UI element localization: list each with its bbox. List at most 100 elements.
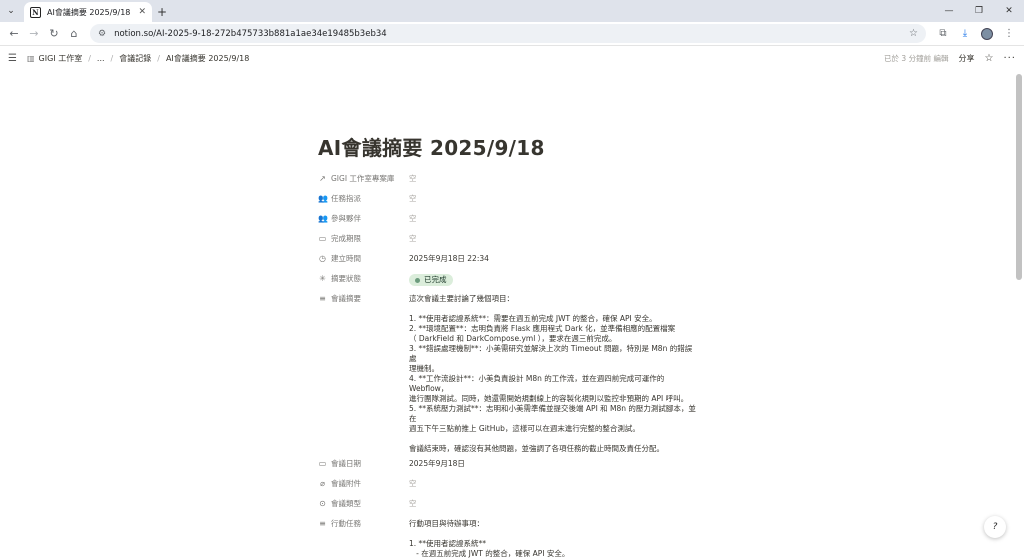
loading-status-icon: ✳ (318, 274, 327, 284)
text-line: 這次會議主要討論了幾個項目： (409, 294, 698, 304)
close-tab-icon[interactable]: ✕ (138, 7, 146, 17)
calendar-icon: ▭ (318, 459, 327, 469)
breadcrumb-current[interactable]: AI會議摘要 2025/9/18 (166, 53, 249, 64)
property-value[interactable]: 空 (409, 474, 698, 489)
breadcrumb-ellipsis[interactable]: ... (97, 54, 105, 63)
sidebar-menu-icon[interactable]: ☰ (8, 53, 17, 64)
people-icon: 👥 (318, 194, 327, 204)
property-label: 會議附件 (331, 479, 361, 489)
workspace-icon: ▥ (27, 54, 35, 63)
text-lines-icon: ≡ (318, 294, 327, 304)
back-icon[interactable]: ← (4, 27, 24, 40)
property-row[interactable]: 👥 任務指派 空 (318, 189, 698, 209)
edited-timestamp: 已於 3 分鐘前 編輯 (884, 53, 948, 64)
text-line: 理機制。 (409, 364, 698, 374)
property-row[interactable]: ↗ GIGI 工作室專案庫 空 (318, 169, 698, 189)
property-row[interactable]: ▭ 完成期限 空 (318, 229, 698, 249)
property-value[interactable]: 2025年9月18日 22:34 (409, 249, 698, 264)
text-line (409, 304, 698, 314)
arrow-up-right-icon: ↗ (318, 174, 327, 184)
notion-favicon-icon: N (30, 7, 41, 18)
property-label: 會議摘要 (331, 294, 361, 304)
bookmark-star-icon[interactable]: ☆ (909, 28, 918, 39)
property-label: 行動任務 (331, 519, 361, 529)
property-label: GIGI 工作室專案庫 (331, 174, 394, 184)
favorite-star-icon[interactable]: ☆ (984, 53, 993, 64)
text-line: 會議結束時，確認沒有其他問題，並強調了各項任務的截止時間及責任分配。 (409, 444, 698, 454)
property-row[interactable]: ▭ 會議日期 2025年9月18日 (318, 454, 698, 474)
home-icon[interactable]: ⌂ (64, 27, 84, 40)
new-tab-icon[interactable]: + (152, 2, 172, 22)
actions-text[interactable]: 行動項目與待辦事項：1. **使用者認證系統** - 在週五前完成 JWT 的整… (409, 514, 698, 559)
text-line: 4. **工作流設計**：小美負責設計 M8n 的工作流，並在週四前完成可運作的… (409, 374, 698, 394)
window-controls: — ❐ ✕ (934, 0, 1024, 22)
property-label: 會議類型 (331, 499, 361, 509)
text-line: - 在週五前完成 JWT 的整合，確保 API 安全。 (409, 549, 698, 559)
browser-toolbar: ← → ↻ ⌂ ⚙ notion.so/AI-2025-9-18-272b475… (0, 22, 1024, 46)
more-options-icon[interactable]: ··· (1003, 53, 1016, 64)
text-line: （ DarkField 和 DarkCompose.yml ），要求在週三前完成… (409, 334, 698, 344)
property-row-status[interactable]: ✳ 摘要狀態 已完成 (318, 269, 698, 289)
property-label: 建立時間 (331, 254, 361, 264)
tab-title: AI會議摘要 2025/9/18 (47, 7, 138, 18)
text-line: 行動項目與待辦事項： (409, 519, 698, 529)
property-value[interactable]: 空 (409, 189, 698, 204)
status-dot (415, 278, 420, 283)
breadcrumb-workspace[interactable]: GIGI 工作室 (39, 53, 83, 64)
download-icon[interactable]: ⤓ (954, 28, 976, 39)
extensions-icon[interactable]: ⧉ (932, 28, 954, 39)
text-line: 5. **系統壓力測試**：志明和小美需準備並提交後端 API 和 M8n 的壓… (409, 404, 698, 424)
address-bar[interactable]: ⚙ notion.so/AI-2025-9-18-272b475733b881a… (90, 24, 926, 43)
close-window-icon[interactable]: ✕ (994, 0, 1024, 22)
property-row-actions[interactable]: ≡ 行動任務 行動項目與待辦事項：1. **使用者認證系統** - 在週五前完成 … (318, 514, 698, 559)
page-scrollbar[interactable] (1016, 74, 1022, 280)
calendar-icon: ▭ (318, 234, 327, 244)
property-value[interactable]: 空 (409, 209, 698, 224)
reload-icon[interactable]: ↻ (44, 27, 64, 40)
browser-tab[interactable]: N AI會議摘要 2025/9/18 ✕ (24, 2, 152, 22)
minimize-icon[interactable]: — (934, 0, 964, 22)
property-row[interactable]: ⌀ 會議附件 空 (318, 474, 698, 494)
property-row[interactable]: 👥 參與夥伴 空 (318, 209, 698, 229)
summary-text[interactable]: 這次會議主要討論了幾個項目： 1. **使用者認證系統**：需要在週五前完成 JW… (409, 289, 698, 454)
property-label: 完成期限 (331, 234, 361, 244)
browser-menu-icon[interactable]: ⋮ (998, 28, 1020, 39)
property-label: 任務指派 (331, 194, 361, 204)
share-button[interactable]: 分享 (958, 53, 974, 64)
page-content: AI會議摘要 2025/9/18 ↗GIGI 工作室專案庫空👥任務指派空👥參與夥… (318, 70, 698, 559)
profile-avatar[interactable] (981, 28, 993, 40)
property-row[interactable]: ◷ 建立時間 2025年9月18日 22:34 (318, 249, 698, 269)
status-badge[interactable]: 已完成 (409, 274, 453, 286)
text-line: 3. **錯誤處理機制**：小美需研究並解決上次的 Timeout 問題，特別是… (409, 344, 698, 364)
text-line (409, 529, 698, 539)
property-row-summary[interactable]: ≡ 會議摘要 這次會議主要討論了幾個項目： 1. **使用者認證系統**：需要在週五… (318, 289, 698, 454)
help-button[interactable]: ? (984, 516, 1006, 538)
page-title[interactable]: AI會議摘要 2025/9/18 (318, 132, 698, 161)
text-line: 1. **使用者認證系統**：需要在週五前完成 JWT 的整合，確保 API 安… (409, 314, 698, 324)
restore-icon[interactable]: ❐ (964, 0, 994, 22)
clock-icon: ◷ (318, 254, 327, 264)
text-lines-icon: ≡ (318, 519, 327, 529)
site-info-icon[interactable]: ⚙ (98, 29, 106, 39)
text-line: 2. **環境配置**：志明負責將 Flask 應用程式 Dark 化，並準備相… (409, 324, 698, 334)
property-value[interactable]: 空 (409, 494, 698, 509)
property-label: 摘要狀態 (331, 274, 361, 284)
select-icon: ⊙ (318, 499, 327, 509)
property-label: 會議日期 (331, 459, 361, 469)
property-label: 參與夥伴 (331, 214, 361, 224)
url-text: notion.so/AI-2025-9-18-272b475733b881a1a… (114, 29, 909, 39)
forward-icon[interactable]: → (24, 27, 44, 40)
breadcrumb: ▥ GIGI 工作室 / ... / 會議記錄 / AI會議摘要 2025/9/… (27, 53, 249, 64)
paperclip-icon: ⌀ (318, 479, 327, 489)
property-value[interactable]: 2025年9月18日 (409, 454, 698, 469)
people-icon: 👥 (318, 214, 327, 224)
tab-search-icon[interactable]: ⌄ (0, 0, 22, 22)
text-line: 週五下午三點前推上 GitHub，這樣可以在週末進行完整的整合測試。 (409, 424, 698, 434)
property-value[interactable]: 空 (409, 169, 698, 184)
breadcrumb-meetings[interactable]: 會議記錄 (119, 53, 151, 64)
browser-tab-strip: ⌄ N AI會議摘要 2025/9/18 ✕ + — ❐ ✕ (0, 0, 1024, 22)
property-row[interactable]: ⊙ 會議類型 空 (318, 494, 698, 514)
notion-topbar: ☰ ▥ GIGI 工作室 / ... / 會議記錄 / AI會議摘要 2025/… (0, 46, 1024, 70)
text-line (409, 434, 698, 444)
property-value[interactable]: 空 (409, 229, 698, 244)
